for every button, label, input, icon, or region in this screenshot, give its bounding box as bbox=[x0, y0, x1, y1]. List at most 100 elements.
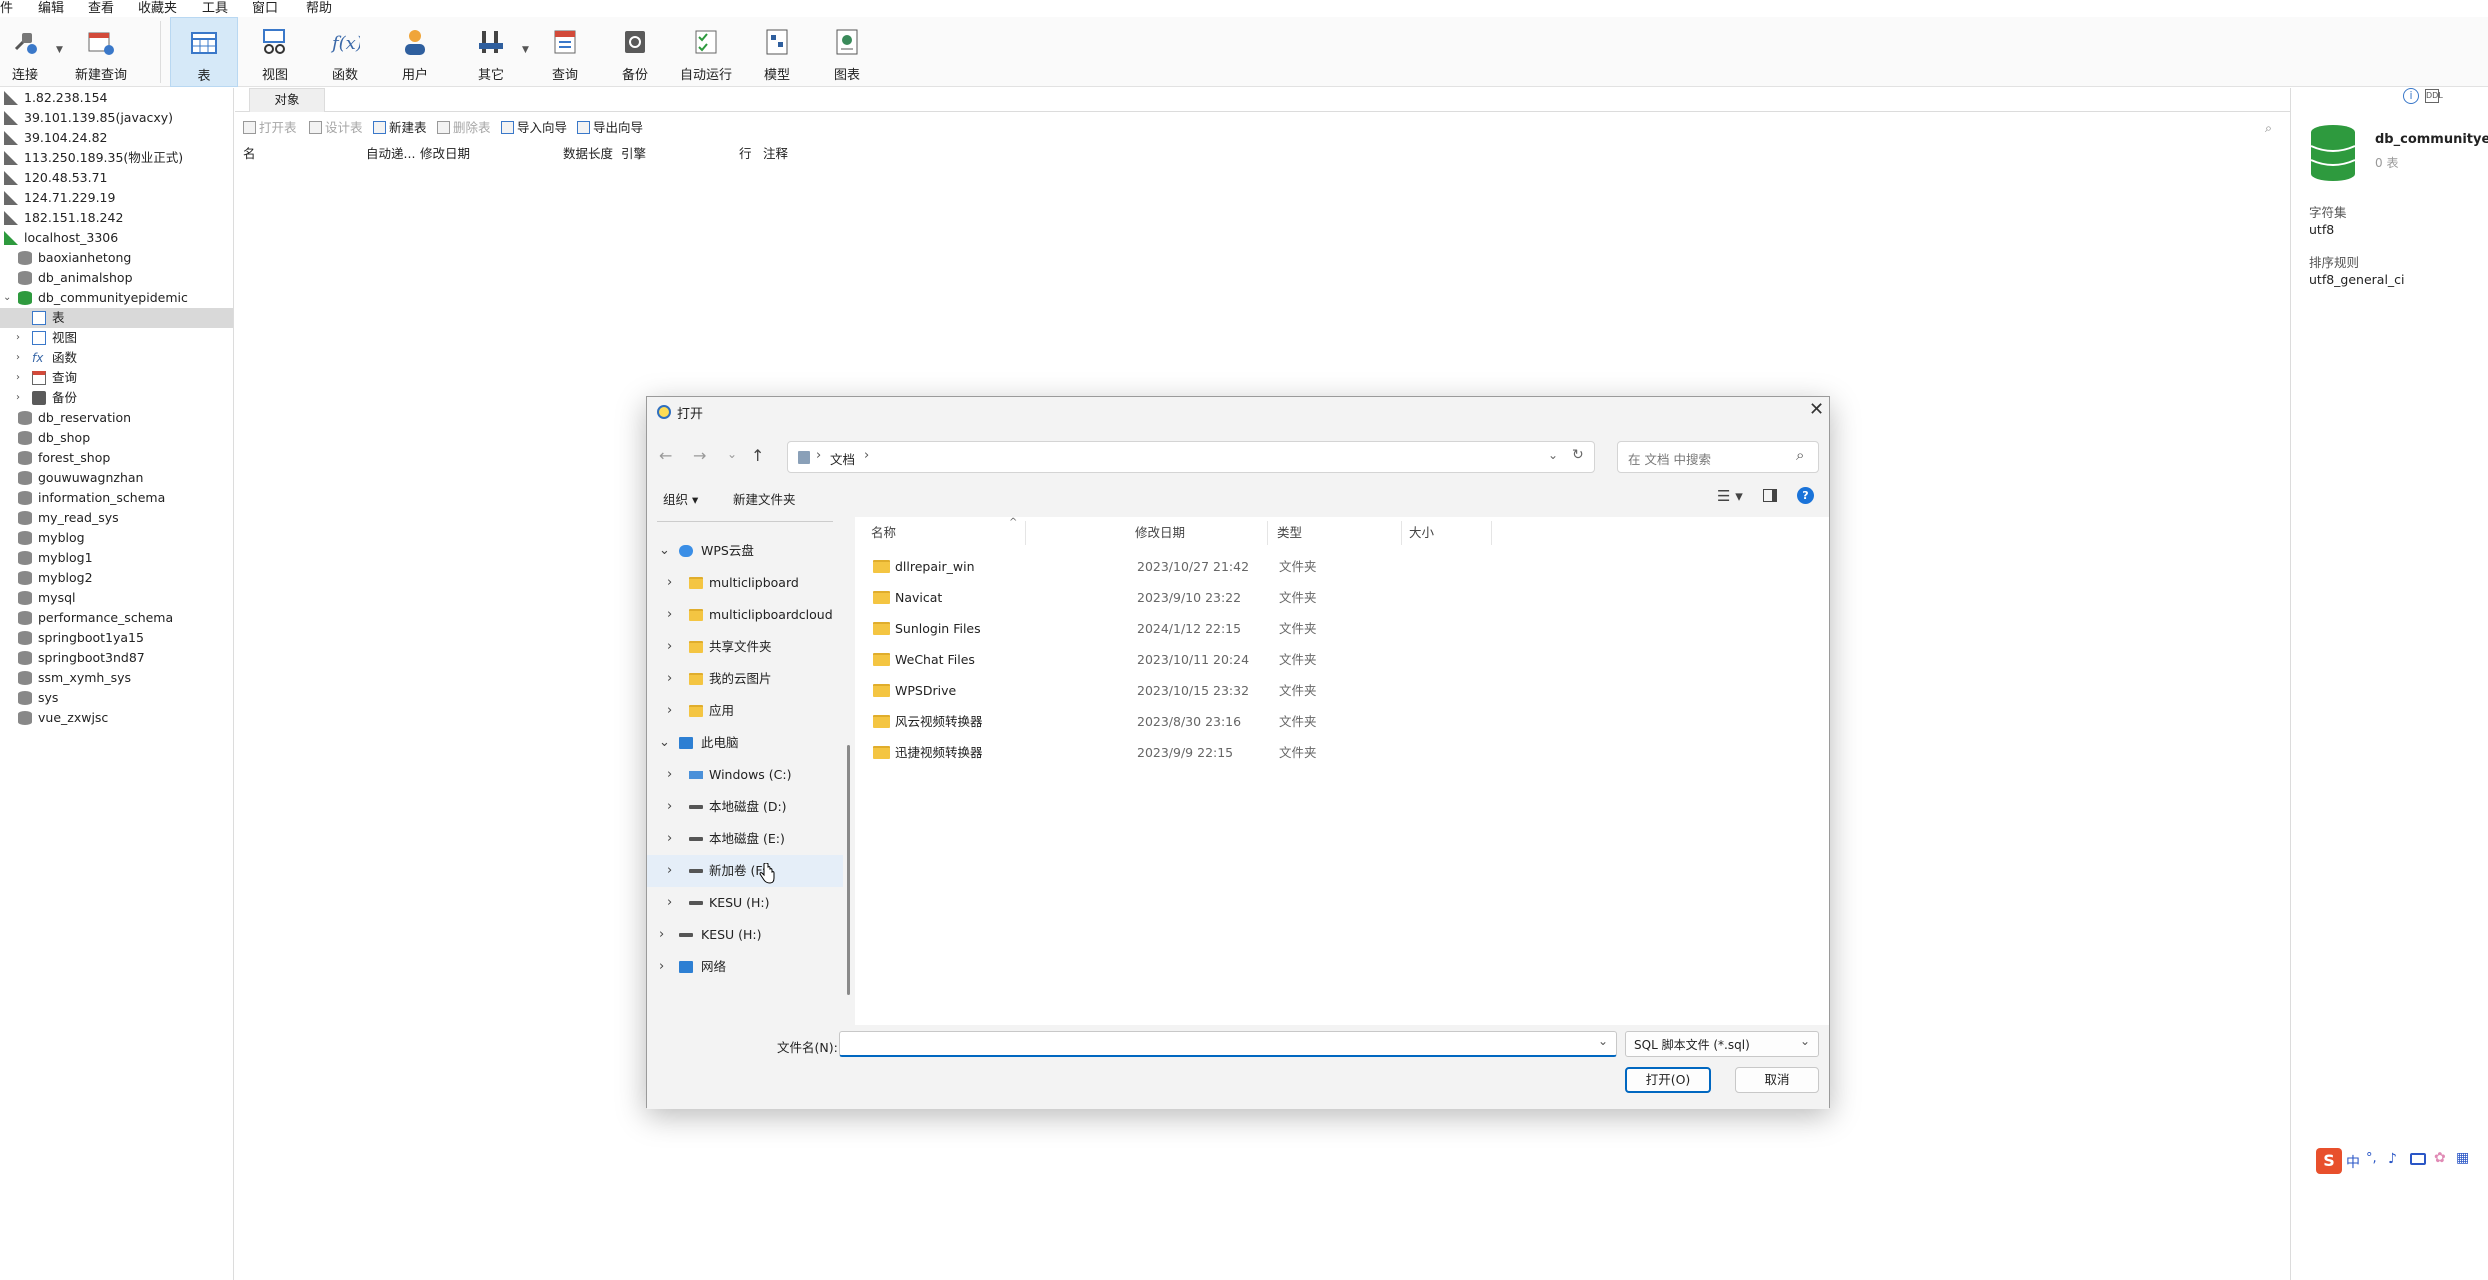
tree-item-tables[interactable]: 表 bbox=[0, 308, 233, 328]
ime-language[interactable]: 中 bbox=[2346, 1152, 2360, 1172]
collapse-chevron-icon[interactable]: › bbox=[659, 919, 664, 951]
forward-arrow-icon[interactable]: → bbox=[693, 446, 706, 465]
database-item[interactable]: forest_shop bbox=[0, 448, 233, 468]
punctuation-icon[interactable]: °, bbox=[2366, 1151, 2377, 1166]
connect-dropdown-icon[interactable]: ▼ bbox=[56, 45, 63, 55]
tree-item-views[interactable]: › 视图 bbox=[0, 328, 233, 348]
menu-tools[interactable]: 工具 bbox=[202, 0, 228, 17]
collapse-chevron-icon[interactable]: › bbox=[667, 695, 672, 727]
search-icon[interactable]: ⌕ bbox=[2265, 116, 2272, 140]
export-wizard-button[interactable]: 导出向导 bbox=[577, 116, 643, 140]
file-row[interactable]: 迅捷视频转换器 2023/9/9 22:15 文件夹 bbox=[855, 737, 1829, 768]
collapse-chevron-icon[interactable]: › bbox=[667, 759, 672, 791]
tree-item-queries[interactable]: › 查询 bbox=[0, 368, 233, 388]
database-item[interactable]: springboot3nd87 bbox=[0, 648, 233, 668]
database-item-open[interactable]: ⌄ db_communityepidemic bbox=[0, 288, 233, 308]
expand-chevron-icon[interactable]: ⌄ bbox=[659, 535, 670, 567]
new-table-button[interactable]: 新建表 bbox=[373, 116, 427, 140]
preview-pane-icon[interactable] bbox=[1763, 489, 1777, 502]
back-arrow-icon[interactable]: ← bbox=[659, 446, 672, 465]
view-mode-icon[interactable]: ☰ ▾ bbox=[1717, 487, 1743, 505]
cancel-button[interactable]: 取消 bbox=[1735, 1067, 1819, 1093]
refresh-icon[interactable]: ↻ bbox=[1572, 447, 1584, 463]
database-item[interactable]: mysql bbox=[0, 588, 233, 608]
nav-network[interactable]: › 网络 bbox=[647, 951, 843, 983]
database-item[interactable]: my_read_sys bbox=[0, 508, 233, 528]
collapse-chevron-icon[interactable]: › bbox=[16, 368, 20, 388]
collapse-chevron-icon[interactable]: › bbox=[667, 663, 672, 695]
collapse-chevron-icon[interactable]: › bbox=[16, 388, 20, 408]
database-item[interactable]: db_animalshop bbox=[0, 268, 233, 288]
ddl-icon[interactable]: DDL bbox=[2425, 89, 2443, 103]
chart-button[interactable]: 图表 bbox=[822, 17, 872, 87]
database-item[interactable]: db_reservation bbox=[0, 408, 233, 428]
database-item[interactable]: myblog1 bbox=[0, 548, 233, 568]
header-modified[interactable]: 修改日期 bbox=[1135, 517, 1185, 549]
organize-button[interactable]: 组织 ▾ bbox=[663, 489, 698, 508]
database-item[interactable]: information_schema bbox=[0, 488, 233, 508]
connection-item[interactable]: 1.82.238.154 bbox=[0, 88, 233, 108]
col-name[interactable]: 名 bbox=[243, 144, 256, 164]
menu-help[interactable]: 帮助 bbox=[306, 0, 332, 17]
collapse-chevron-icon[interactable]: › bbox=[667, 887, 672, 919]
info-icon[interactable]: i bbox=[2403, 88, 2419, 104]
file-type-dropdown-icon[interactable]: ⌄ bbox=[1800, 1034, 1810, 1048]
col-engine[interactable]: 引擎 bbox=[621, 144, 646, 164]
collapse-chevron-icon[interactable]: › bbox=[667, 823, 672, 855]
filename-dropdown-icon[interactable]: ⌄ bbox=[1598, 1034, 1608, 1048]
autorun-button[interactable]: 自动运行 bbox=[676, 17, 736, 87]
nav-multiclipboard[interactable]: › multiclipboard bbox=[647, 567, 843, 599]
breadcrumb-documents[interactable]: 文档 bbox=[830, 449, 855, 468]
connection-item[interactable]: 124.71.229.19 bbox=[0, 188, 233, 208]
nav-apps[interactable]: › 应用 bbox=[647, 695, 843, 727]
file-row[interactable]: WeChat Files 2023/10/11 20:24 文件夹 bbox=[855, 644, 1829, 675]
nav-drive-h[interactable]: › KESU (H:) bbox=[647, 887, 843, 919]
open-button[interactable]: 打开(O) bbox=[1625, 1067, 1711, 1093]
database-item[interactable]: gouwuwagnzhan bbox=[0, 468, 233, 488]
database-item[interactable]: db_shop bbox=[0, 428, 233, 448]
collapse-chevron-icon[interactable]: › bbox=[16, 328, 20, 348]
header-size[interactable]: 大小 bbox=[1409, 517, 1434, 549]
nav-shared-folder[interactable]: › 共享文件夹 bbox=[647, 631, 843, 663]
file-type-select[interactable]: SQL 脚本文件 (*.sql) ⌄ bbox=[1625, 1031, 1819, 1057]
header-type[interactable]: 类型 bbox=[1277, 517, 1302, 549]
new-folder-button[interactable]: 新建文件夹 bbox=[733, 489, 796, 508]
other-dropdown-icon[interactable]: ▼ bbox=[522, 45, 529, 55]
recent-dropdown-icon[interactable]: ⌄ bbox=[727, 447, 737, 461]
col-rows[interactable]: 行 bbox=[739, 144, 752, 164]
tree-item-functions[interactable]: › fx 函数 bbox=[0, 348, 233, 368]
open-table-button[interactable]: 打开表 bbox=[243, 116, 297, 140]
collapse-chevron-icon[interactable]: › bbox=[667, 599, 672, 631]
menu-edit[interactable]: 编辑 bbox=[38, 0, 64, 17]
collapse-chevron-icon[interactable]: › bbox=[659, 951, 664, 983]
skin-icon[interactable]: ✿ bbox=[2434, 1150, 2446, 1166]
connection-item[interactable]: 182.151.18.242 bbox=[0, 208, 233, 228]
collapse-chevron-icon[interactable]: › bbox=[667, 631, 672, 663]
database-item[interactable]: sys bbox=[0, 688, 233, 708]
expand-chevron-icon[interactable]: ⌄ bbox=[659, 727, 670, 759]
database-item[interactable]: vue_zxwjsc bbox=[0, 708, 233, 728]
tree-item-backups[interactable]: › 备份 bbox=[0, 388, 233, 408]
microphone-icon[interactable]: ♪ bbox=[2388, 1151, 2397, 1167]
up-arrow-icon[interactable]: ↑ bbox=[751, 446, 764, 465]
design-table-button[interactable]: 设计表 bbox=[309, 116, 363, 140]
file-row[interactable]: 风云视频转换器 2023/8/30 23:16 文件夹 bbox=[855, 706, 1829, 737]
file-row[interactable]: WPSDrive 2023/10/15 23:32 文件夹 bbox=[855, 675, 1829, 706]
tab-objects[interactable]: 对象 bbox=[249, 88, 325, 112]
database-item[interactable]: springboot1ya15 bbox=[0, 628, 233, 648]
nav-this-pc[interactable]: ⌄ 此电脑 bbox=[647, 727, 843, 759]
function-button[interactable]: f(x) 函数 bbox=[320, 17, 370, 87]
model-button[interactable]: 模型 bbox=[752, 17, 802, 87]
delete-table-button[interactable]: 删除表 bbox=[437, 116, 491, 140]
menu-file[interactable]: 件 bbox=[0, 0, 13, 17]
filename-input[interactable]: ⌄ bbox=[839, 1031, 1617, 1057]
nav-multiclipboardcloud[interactable]: › multiclipboardcloud bbox=[647, 599, 843, 631]
collapse-chevron-icon[interactable]: › bbox=[16, 348, 20, 368]
database-item[interactable]: myblog bbox=[0, 528, 233, 548]
import-wizard-button[interactable]: 导入向导 bbox=[501, 116, 567, 140]
backup-button[interactable]: 备份 bbox=[610, 17, 660, 87]
connection-item[interactable]: 113.250.189.35(物业正式) bbox=[0, 148, 233, 168]
keyboard-icon[interactable] bbox=[2410, 1153, 2426, 1165]
connect-button[interactable]: 连接 bbox=[2, 17, 48, 87]
search-box[interactable]: 在 文档 中搜索 ⌕ bbox=[1617, 441, 1819, 473]
